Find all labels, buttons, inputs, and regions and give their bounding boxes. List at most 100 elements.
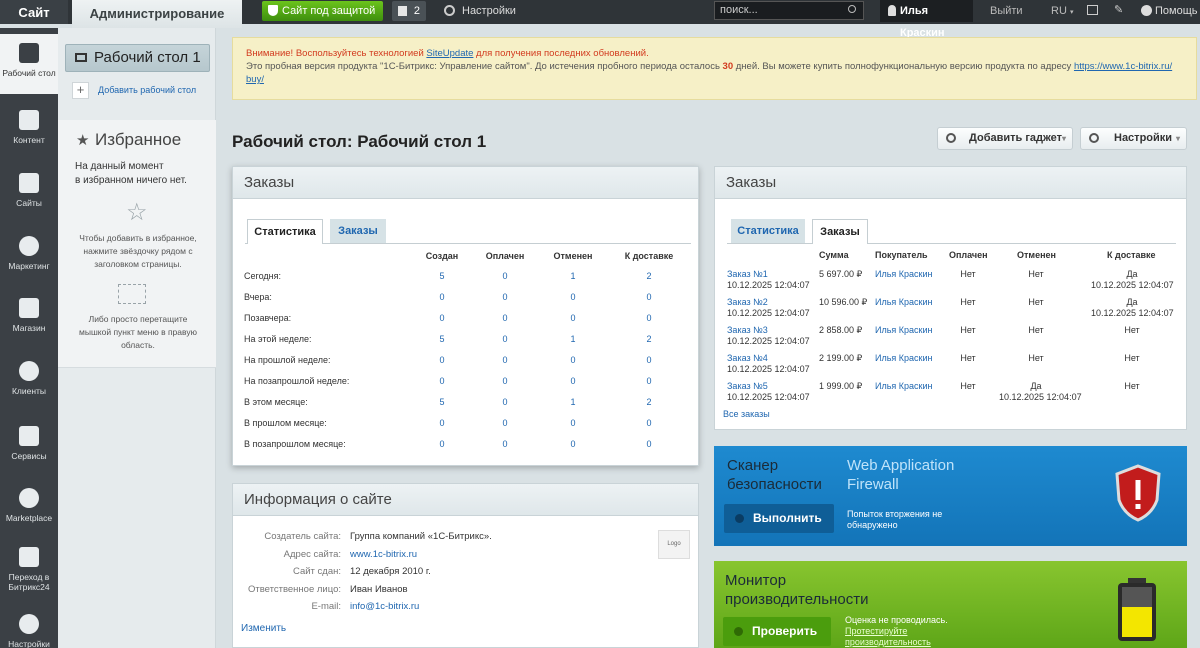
stats-value[interactable]: 0 bbox=[485, 334, 525, 345]
stats-value[interactable]: 0 bbox=[485, 397, 525, 408]
buy-link[interactable]: https://www.1c-bitrix.ru/ bbox=[1074, 61, 1172, 72]
stats-value[interactable]: 0 bbox=[553, 355, 593, 366]
stats-value[interactable]: 0 bbox=[422, 355, 462, 366]
order-link[interactable]: Заказ №4 bbox=[727, 353, 768, 364]
stats-value[interactable]: 0 bbox=[422, 313, 462, 324]
desktop-1-button[interactable]: Рабочий стол 1 bbox=[65, 44, 210, 72]
site-protected-button[interactable]: Сайт под защитой bbox=[262, 1, 383, 21]
nav-desktop[interactable]: Рабочий стол bbox=[0, 34, 58, 94]
stats-value[interactable]: 0 bbox=[629, 355, 669, 366]
site-info-title[interactable]: Информация о сайте bbox=[233, 484, 698, 516]
buy-link-cont[interactable]: buy/ bbox=[246, 74, 264, 85]
order-buyer[interactable]: Илья Краскин bbox=[875, 325, 932, 336]
stats-value[interactable]: 0 bbox=[629, 418, 669, 429]
tab-site[interactable]: Сайт bbox=[0, 0, 68, 24]
stats-value[interactable]: 0 bbox=[422, 376, 462, 387]
cloud-icon bbox=[19, 488, 39, 508]
nav-label: Маркетинг bbox=[8, 261, 50, 271]
stats-value[interactable]: 0 bbox=[485, 418, 525, 429]
stats-value[interactable]: 0 bbox=[553, 313, 593, 324]
order-buyer[interactable]: Илья Краскин bbox=[875, 297, 932, 308]
stats-value[interactable]: 0 bbox=[629, 292, 669, 303]
tab-statistics[interactable]: Статистика bbox=[247, 219, 323, 244]
stats-value[interactable]: 0 bbox=[422, 439, 462, 450]
order-link[interactable]: Заказ №3 bbox=[727, 325, 768, 336]
info-value[interactable]: www.1c-bitrix.ru bbox=[350, 549, 417, 560]
stats-value[interactable]: 0 bbox=[553, 292, 593, 303]
favorites-empty-text: На данный момент в избранном ничего нет. bbox=[75, 160, 205, 188]
tab-statistics[interactable]: Статистика bbox=[731, 219, 805, 243]
order-link[interactable]: Заказ №1 bbox=[727, 269, 768, 280]
stats-value[interactable]: 5 bbox=[422, 271, 462, 282]
info-value: Группа компаний «1С-Битрикс». bbox=[350, 531, 492, 542]
order-paid: Нет bbox=[960, 381, 976, 391]
nav-content[interactable]: Контент bbox=[0, 110, 58, 145]
stats-value[interactable]: 1 bbox=[553, 397, 593, 408]
top-settings-link[interactable]: Настройки bbox=[444, 0, 516, 22]
order-buyer[interactable]: Илья Краскин bbox=[875, 381, 932, 392]
tab-administration[interactable]: Администрирование bbox=[72, 0, 242, 28]
notifications-button[interactable]: 2 bbox=[392, 1, 426, 21]
user-menu[interactable]: Илья Краскин bbox=[880, 0, 973, 39]
perf-check-button[interactable]: Проверить bbox=[723, 617, 831, 646]
order-delivery: Да bbox=[1126, 297, 1138, 307]
all-orders-link[interactable]: Все заказы bbox=[723, 409, 770, 420]
stats-value[interactable]: 0 bbox=[422, 292, 462, 303]
orders-list-title[interactable]: Заказы bbox=[715, 167, 1186, 199]
logout-link[interactable]: Выйти bbox=[990, 0, 1023, 22]
nav-sites[interactable]: Сайты bbox=[0, 173, 58, 208]
search-icon[interactable] bbox=[848, 5, 856, 13]
help-link[interactable]: Помощь bbox=[1141, 0, 1198, 22]
scan-run-button[interactable]: Выполнить bbox=[724, 504, 834, 533]
nav-shop[interactable]: Магазин bbox=[0, 298, 58, 333]
settings-button[interactable]: Настройки ▾ bbox=[1080, 127, 1187, 150]
language-select[interactable]: RU ▾ bbox=[1051, 0, 1073, 24]
add-gadget-button[interactable]: Добавить гаджет ▾ bbox=[937, 127, 1073, 150]
stats-value[interactable]: 0 bbox=[629, 439, 669, 450]
nav-clients[interactable]: Клиенты bbox=[0, 361, 58, 396]
order-date: 10.12.2025 12:04:07 bbox=[727, 280, 810, 290]
pin-icon[interactable]: ✎ bbox=[1114, 4, 1123, 16]
siteupdate-link[interactable]: SiteUpdate bbox=[426, 48, 473, 59]
order-link[interactable]: Заказ №5 bbox=[727, 381, 768, 392]
window-icon[interactable] bbox=[1087, 5, 1098, 15]
nav-services[interactable]: Сервисы bbox=[0, 426, 58, 461]
stats-value[interactable]: 0 bbox=[629, 376, 669, 387]
nav-settings[interactable]: Настройки bbox=[0, 614, 58, 648]
stats-value[interactable]: 0 bbox=[485, 271, 525, 282]
stats-value[interactable]: 2 bbox=[629, 334, 669, 345]
add-desktop-link[interactable]: + Добавить рабочий стол bbox=[72, 82, 196, 99]
stats-value[interactable]: 0 bbox=[553, 418, 593, 429]
search-input[interactable]: поиск... bbox=[714, 1, 864, 20]
order-buyer[interactable]: Илья Краскин bbox=[875, 353, 932, 364]
stats-value[interactable]: 0 bbox=[485, 292, 525, 303]
tab-orders[interactable]: Заказы bbox=[812, 219, 868, 244]
stats-value[interactable]: 0 bbox=[629, 313, 669, 324]
favorites-empty-line: в избранном ничего нет. bbox=[75, 175, 187, 186]
stats-value[interactable]: 1 bbox=[553, 271, 593, 282]
nav-bitrix24[interactable]: Переход в Битрикс24 bbox=[0, 547, 58, 592]
stats-value[interactable]: 2 bbox=[629, 397, 669, 408]
tab-orders[interactable]: Заказы bbox=[330, 219, 386, 243]
order-link[interactable]: Заказ №2 bbox=[727, 297, 768, 308]
info-value[interactable]: info@1c-bitrix.ru bbox=[350, 601, 419, 612]
orders-stats-title[interactable]: Заказы bbox=[233, 167, 698, 199]
perf-test-link[interactable]: производительность bbox=[845, 637, 948, 648]
stats-value[interactable]: 0 bbox=[485, 439, 525, 450]
stats-value[interactable]: 0 bbox=[553, 439, 593, 450]
nav-marketplace[interactable]: Marketplace bbox=[0, 488, 58, 523]
stats-value[interactable]: 0 bbox=[485, 313, 525, 324]
stats-value[interactable]: 0 bbox=[485, 376, 525, 387]
stats-value[interactable]: 2 bbox=[629, 271, 669, 282]
stats-value[interactable]: 0 bbox=[422, 418, 462, 429]
edit-info-link[interactable]: Изменить bbox=[241, 623, 286, 634]
order-buyer[interactable]: Илья Краскин bbox=[875, 269, 932, 280]
stats-value[interactable]: 1 bbox=[553, 334, 593, 345]
clients-icon bbox=[19, 361, 39, 381]
stats-value[interactable]: 5 bbox=[422, 334, 462, 345]
nav-marketing[interactable]: Маркетинг bbox=[0, 236, 58, 271]
stats-value[interactable]: 0 bbox=[553, 376, 593, 387]
perf-test-link[interactable]: Протестируйте bbox=[845, 626, 948, 637]
stats-value[interactable]: 0 bbox=[485, 355, 525, 366]
stats-value[interactable]: 5 bbox=[422, 397, 462, 408]
